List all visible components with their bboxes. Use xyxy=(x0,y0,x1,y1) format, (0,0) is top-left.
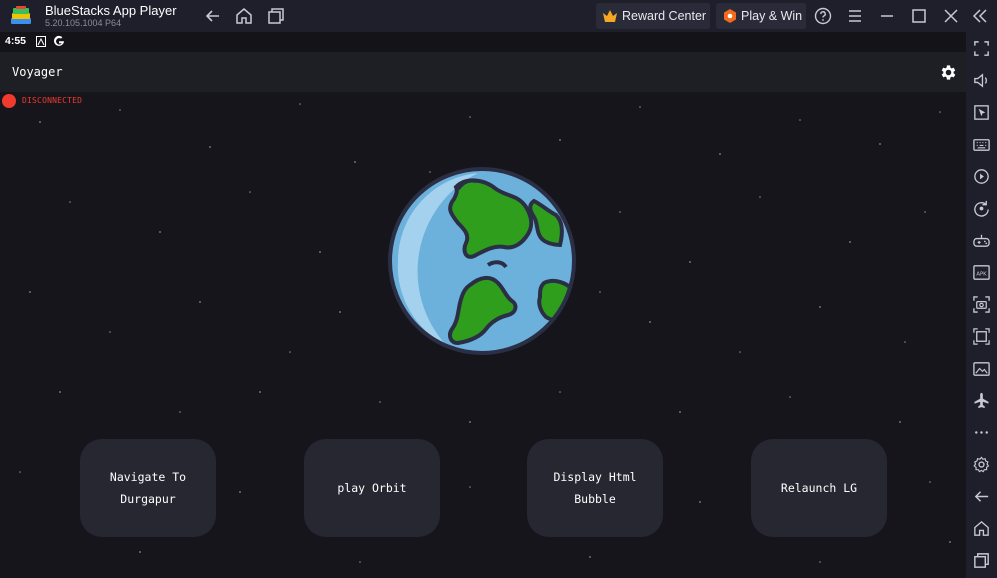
notification-app-icon xyxy=(36,36,46,47)
settings-icon[interactable] xyxy=(972,455,991,474)
back-arrow-icon[interactable] xyxy=(203,6,223,26)
play-win-icon xyxy=(724,9,736,23)
collapse-sidebar-icon[interactable] xyxy=(970,6,990,26)
relaunch-lg-button[interactable]: Relaunch LG xyxy=(751,439,887,537)
bluestacks-logo-icon xyxy=(11,6,31,24)
navigate-to-button[interactable]: Navigate To Durgapur xyxy=(80,439,216,537)
help-icon[interactable] xyxy=(813,6,833,26)
gamepad-icon[interactable] xyxy=(972,231,991,250)
reward-center-button[interactable]: Reward Center xyxy=(596,3,710,29)
macro-play-icon[interactable] xyxy=(972,167,991,186)
app-title: BlueStacks App Player xyxy=(45,3,177,18)
reward-center-label: Reward Center xyxy=(622,9,707,23)
play-win-button[interactable]: Play & Win xyxy=(716,3,806,29)
keyboard-icon[interactable] xyxy=(972,135,991,154)
media-folder-icon[interactable] xyxy=(972,359,991,378)
maximize-icon[interactable] xyxy=(909,6,929,26)
android-screen: 4:55 Voyager DISCONNECTED Navigate To Du… xyxy=(0,32,966,578)
menu-icon[interactable] xyxy=(845,6,865,26)
more-icon[interactable] xyxy=(972,423,991,442)
home-icon[interactable] xyxy=(234,6,254,26)
volume-icon[interactable] xyxy=(972,71,991,90)
pointer-icon[interactable] xyxy=(972,103,991,122)
earth-globe-image xyxy=(388,167,576,355)
recents-icon[interactable] xyxy=(972,551,991,570)
airplane-icon[interactable] xyxy=(972,391,991,410)
status-time: 4:55 xyxy=(5,35,27,47)
page-title: Voyager xyxy=(12,65,63,79)
resize-icon[interactable] xyxy=(972,327,991,346)
svg-text:APK: APK xyxy=(976,271,987,277)
android-status-bar: 4:55 xyxy=(0,32,966,52)
play-orbit-button[interactable]: play Orbit xyxy=(304,439,440,537)
play-win-label: Play & Win xyxy=(741,9,803,23)
rotate-icon[interactable] xyxy=(972,199,991,218)
connection-status-dot xyxy=(2,94,16,108)
apk-icon[interactable]: APK xyxy=(972,263,991,282)
crown-icon xyxy=(603,10,617,22)
minimize-icon[interactable] xyxy=(877,6,897,26)
google-icon xyxy=(54,35,64,46)
settings-gear-icon[interactable] xyxy=(939,63,958,82)
app-version: 5.20.105.1004 P64 xyxy=(45,18,122,28)
title-bar: BlueStacks App Player 5.20.105.1004 P64 … xyxy=(0,0,997,32)
display-html-bubble-button[interactable]: Display Html Bubble xyxy=(527,439,663,537)
app-bar: Voyager xyxy=(0,52,966,92)
close-icon[interactable] xyxy=(941,6,961,26)
bluestacks-sidebar: APK xyxy=(966,32,997,578)
connection-status-label: DISCONNECTED xyxy=(22,96,83,105)
screenshot-icon[interactable] xyxy=(972,295,991,314)
back-icon[interactable] xyxy=(972,487,991,506)
fullscreen-icon[interactable] xyxy=(972,39,991,58)
home-nav-icon[interactable] xyxy=(972,519,991,538)
multi-instance-icon[interactable] xyxy=(266,6,286,26)
